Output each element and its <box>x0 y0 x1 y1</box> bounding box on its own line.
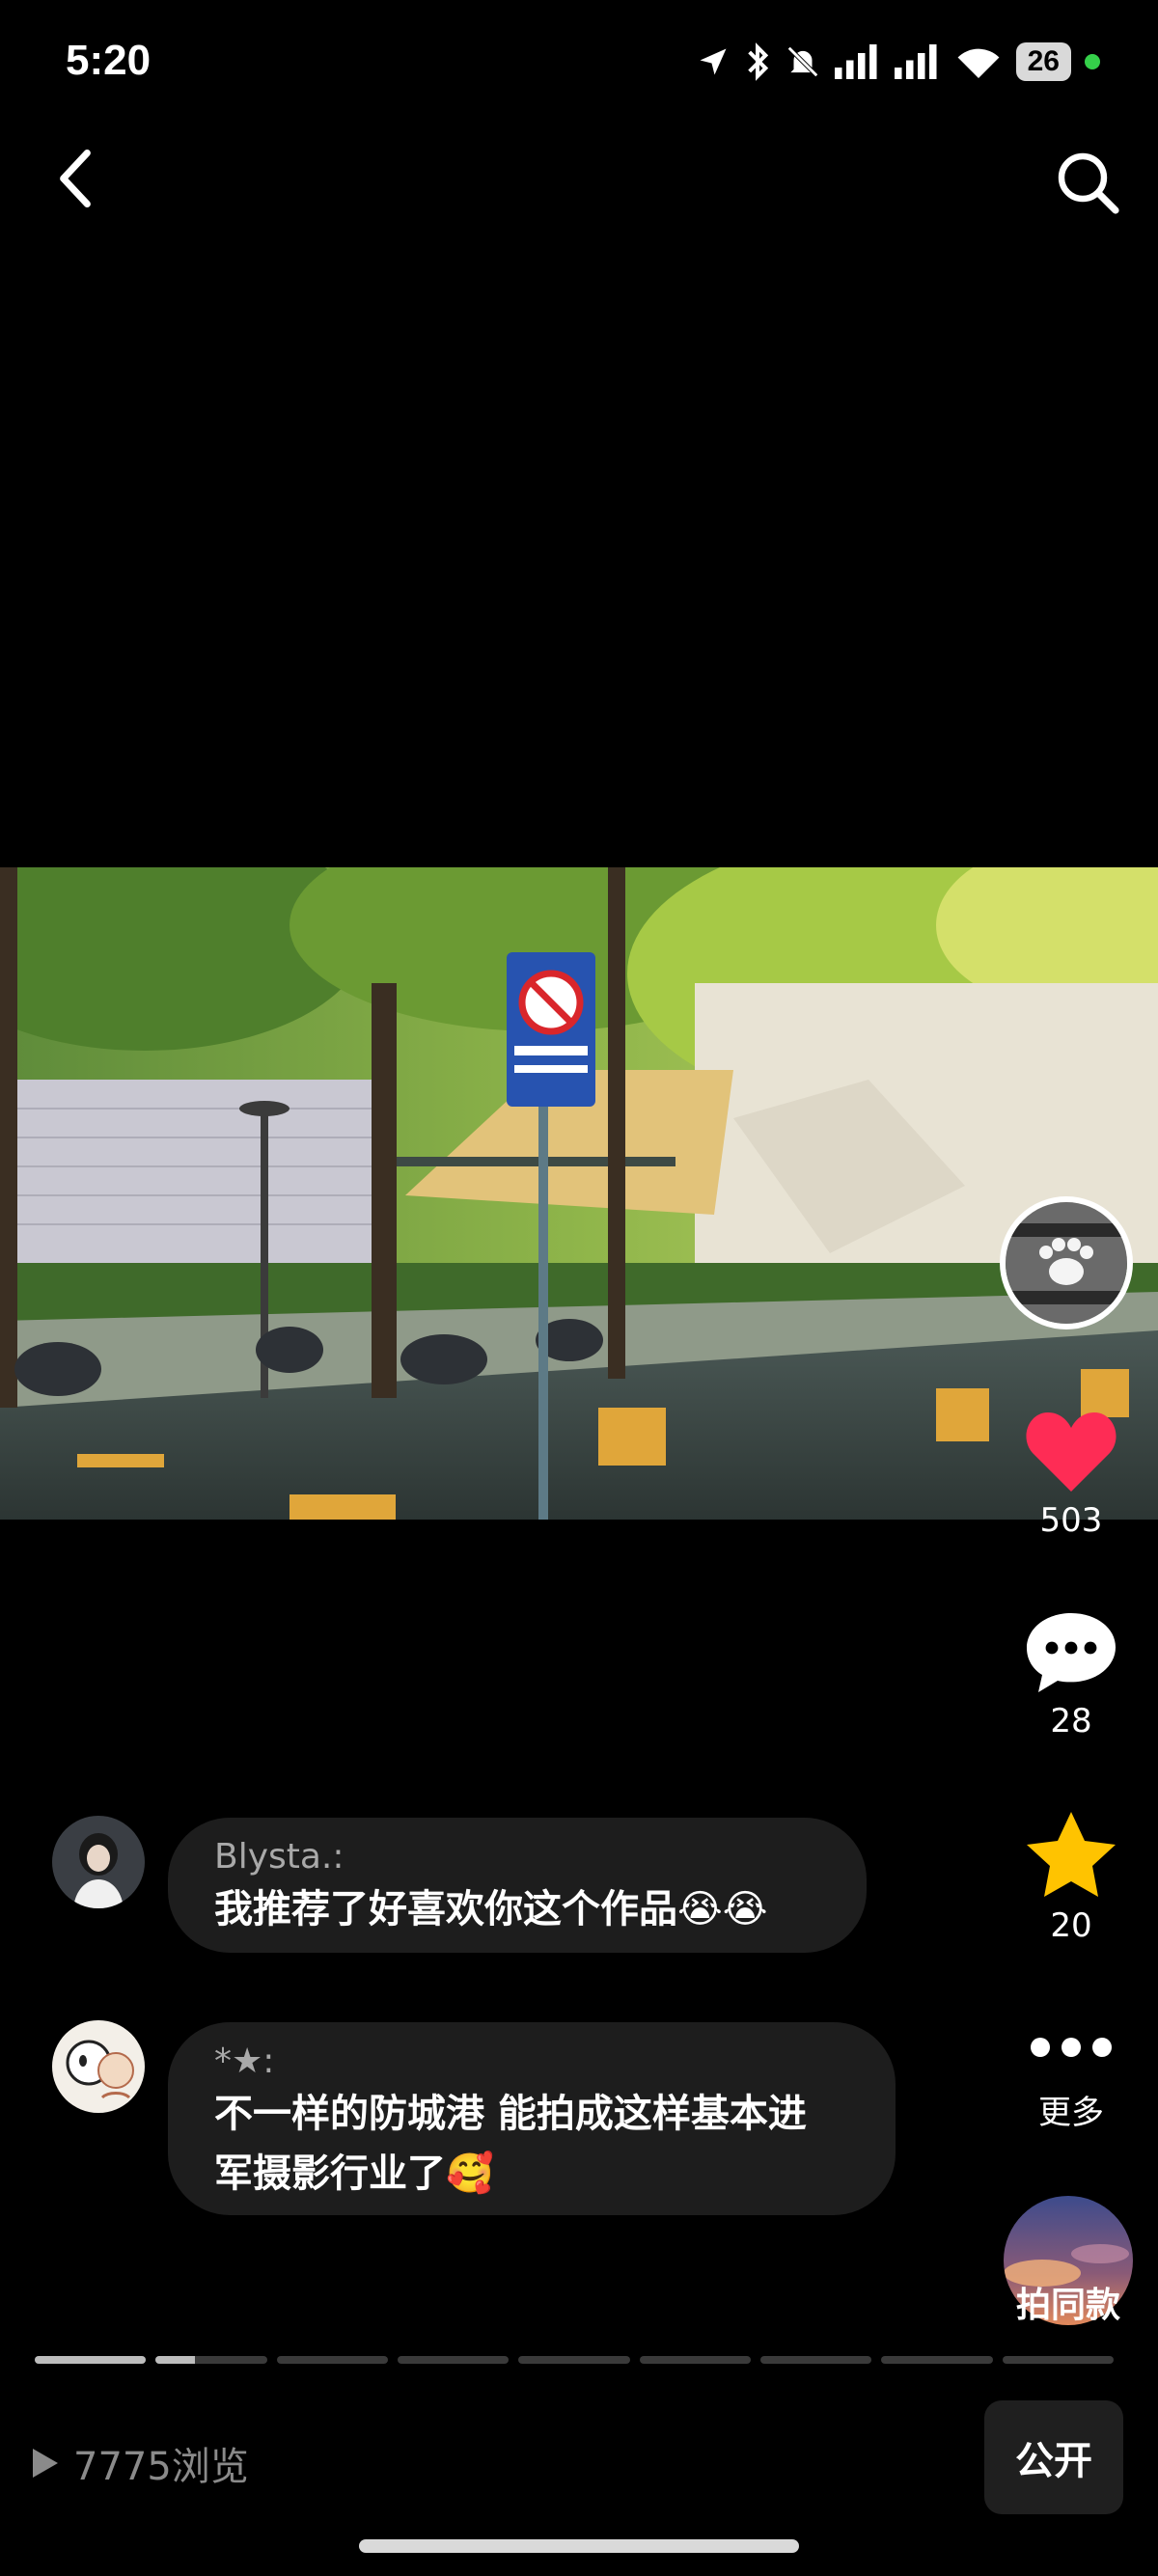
comment-text: 我推荐了好喜欢你这个作品😭😭 <box>214 1887 768 1932</box>
comment-bubble-icon <box>1027 1613 1116 1692</box>
home-indicator[interactable] <box>359 2539 799 2553</box>
progress-segment-fill <box>35 2356 147 2364</box>
chevron-left-icon <box>60 150 91 207</box>
progress-segment <box>35 2356 147 2364</box>
progress-segment <box>1002 2356 1114 2364</box>
star-icon <box>1027 1812 1116 1897</box>
comment-username: *★: <box>214 2042 275 2081</box>
comment-bubble[interactable]: Blysta.: 我推荐了好喜欢你这个作品😭😭 <box>168 1818 867 1953</box>
story-progress-bar <box>35 2356 1114 2364</box>
progress-segment <box>276 2356 388 2364</box>
signal-icon-2 <box>894 44 937 79</box>
paw-avatar-image <box>1006 1202 1127 1324</box>
same-style-label[interactable]: 拍同款 <box>994 2277 1143 2327</box>
comment-text: 不一样的防城港 能拍成这样基本进 军摄影行业了🥰 <box>214 2092 807 2196</box>
bluetooth-icon <box>747 42 768 81</box>
wifi-icon <box>957 48 1000 78</box>
visibility-label: 公开 <box>1015 2439 1092 2483</box>
commenter-avatar[interactable] <box>52 1816 145 1908</box>
author-avatar[interactable] <box>1000 1196 1133 1329</box>
progress-segment <box>639 2356 751 2364</box>
status-time: 5:20 <box>66 37 152 84</box>
user-avatar-image <box>52 2020 145 2113</box>
progress-segment-fill <box>155 2356 195 2364</box>
favorite-action[interactable]: 20 <box>1013 1808 1129 1945</box>
more-label: 更多 <box>1038 2094 1104 2132</box>
comment-action[interactable]: 28 <box>1013 1607 1129 1740</box>
play-icon <box>33 2449 58 2478</box>
progress-segment <box>155 2356 267 2364</box>
commenter-avatar[interactable] <box>52 2020 145 2113</box>
post-photo[interactable] <box>0 867 1158 1520</box>
more-dots-icon <box>1031 2038 1112 2057</box>
signal-icon <box>834 44 877 79</box>
comment-username: Blysta.: <box>214 1837 345 1877</box>
favorite-count: 20 <box>1050 1906 1092 1945</box>
user-avatar-image <box>52 1816 145 1908</box>
view-count[interactable]: 7775浏览 <box>31 2435 249 2491</box>
privacy-dot <box>1085 54 1100 69</box>
progress-segment <box>518 2356 630 2364</box>
search-icon <box>1058 152 1119 214</box>
like-action[interactable]: 503 <box>1013 1407 1129 1540</box>
battery-indicator: 26 <box>1015 42 1071 81</box>
search-button[interactable] <box>1050 145 1127 222</box>
visibility-button[interactable]: 公开 <box>984 2400 1123 2514</box>
back-button[interactable] <box>46 145 104 212</box>
view-count-text: 7775浏览 <box>73 2445 249 2489</box>
progress-segment <box>881 2356 993 2364</box>
status-icons: 26 <box>696 42 1100 81</box>
more-action[interactable]: 更多 <box>1013 2028 1129 2133</box>
progress-segment <box>759 2356 872 2364</box>
comment-bubble[interactable]: *★: 不一样的防城港 能拍成这样基本进 军摄影行业了🥰 <box>168 2022 896 2215</box>
street-scene-image <box>0 867 1158 1520</box>
comment-count: 28 <box>1050 1702 1092 1740</box>
progress-segment <box>397 2356 510 2364</box>
like-count: 503 <box>1039 1501 1103 1540</box>
mute-bell-icon <box>786 46 818 77</box>
location-icon <box>700 48 727 75</box>
heart-icon <box>1026 1412 1117 1492</box>
